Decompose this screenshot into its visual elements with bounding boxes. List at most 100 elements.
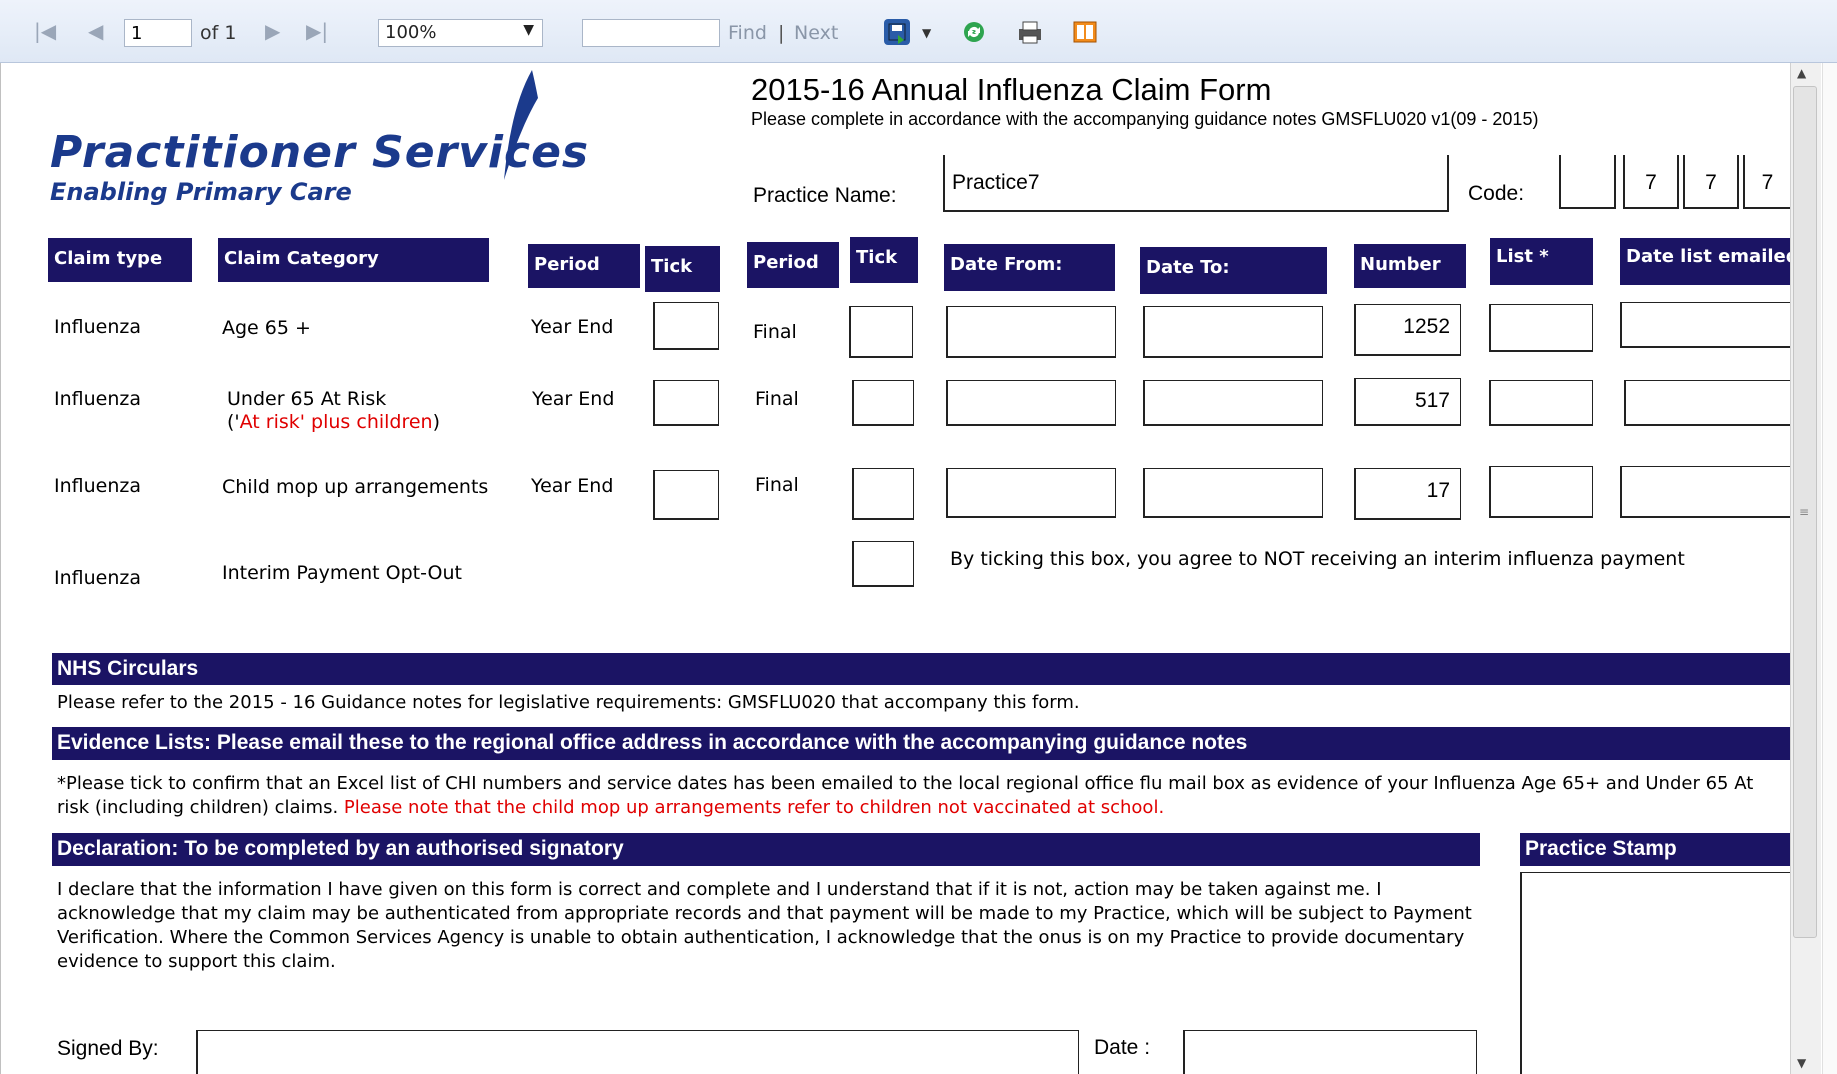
number-value: 1252 [1403, 315, 1450, 338]
period-cell: Final [755, 474, 799, 496]
quill-icon [504, 70, 538, 180]
header-number: Number [1354, 244, 1466, 288]
tick-checkbox[interactable] [653, 470, 719, 520]
header-claim-type: Claim type [48, 238, 192, 282]
note-red: At risk' plus children [239, 411, 433, 433]
list-checkbox[interactable] [1489, 466, 1593, 518]
claim-category-cell: Child mop up arrangements [222, 476, 489, 498]
note-open: (' [227, 411, 240, 433]
date-from-field[interactable] [946, 468, 1116, 518]
number-field[interactable]: 517 [1354, 378, 1461, 426]
tick-checkbox[interactable] [849, 306, 913, 358]
practice-stamp-area[interactable] [1520, 872, 1790, 1074]
header-tick: Tick [645, 246, 720, 292]
code-digit-field[interactable]: 7 [1623, 155, 1679, 209]
date-to-field[interactable] [1143, 306, 1323, 358]
code-digit: 7 [1705, 171, 1717, 194]
document-map-icon[interactable] [1072, 19, 1098, 45]
practice-name-field[interactable]: Practice7 [943, 155, 1449, 212]
header-date-list-emailed: Date list emailed [1620, 238, 1790, 285]
evidence-note: Please note that the child mop up arrang… [343, 797, 1165, 818]
zoom-value: 100% [385, 22, 437, 43]
practice-name-value: Practice7 [952, 171, 1040, 194]
header-tick: Tick [850, 237, 918, 283]
tick-checkbox[interactable] [852, 468, 914, 520]
number-field[interactable]: 1252 [1354, 304, 1461, 356]
period-cell: Final [753, 321, 797, 343]
number-field[interactable]: 17 [1354, 468, 1461, 520]
page-number-input[interactable] [124, 19, 192, 47]
date-from-field[interactable] [946, 380, 1116, 426]
header-period: Period [528, 244, 640, 288]
tick-checkbox[interactable] [852, 380, 914, 426]
period-cell: Year End [531, 316, 614, 338]
export-dropdown-icon[interactable]: ▼ [922, 26, 931, 40]
scroll-down-icon[interactable]: ▼ [1797, 1056, 1806, 1070]
page-count-label: of 1 [200, 22, 237, 44]
previous-page-icon[interactable]: ◀ [88, 19, 103, 43]
tick-checkbox[interactable] [653, 302, 719, 350]
code-digit-field[interactable]: 7 [1743, 155, 1790, 209]
number-value: 17 [1426, 479, 1450, 502]
header-date-to: Date To: [1140, 247, 1327, 294]
refresh-icon[interactable] [961, 19, 987, 45]
list-checkbox[interactable] [1489, 304, 1593, 352]
claim-type-cell: Influenza [54, 475, 142, 497]
claim-type-cell: Influenza [54, 567, 142, 589]
scroll-up-icon[interactable]: ▲ [1797, 66, 1806, 80]
date-list-emailed-field[interactable] [1624, 380, 1790, 426]
header-period: Period [747, 242, 839, 288]
number-value: 517 [1414, 389, 1450, 412]
claim-category-note: ('At risk' plus children) [227, 411, 440, 433]
period-cell: Year End [531, 475, 614, 497]
splitter-bar[interactable] [1822, 63, 1837, 1074]
date-to-field[interactable] [1143, 468, 1323, 518]
signed-by-field[interactable] [196, 1030, 1079, 1074]
evidence-lists-text: *Please tick to confirm that an Excel li… [57, 772, 1790, 822]
form-title: 2015-16 Annual Influenza Claim Form [751, 72, 1272, 107]
date-to-field[interactable] [1143, 380, 1323, 426]
tick-checkbox[interactable] [653, 380, 719, 426]
header-date-from: Date From: [944, 244, 1115, 291]
practice-stamp-heading: Practice Stamp [1520, 833, 1790, 866]
nhs-circulars-heading: NHS Circulars [52, 653, 1790, 685]
scroll-grip-icon: ≡ [1799, 505, 1810, 519]
code-digit-field[interactable]: 7 [1683, 155, 1739, 209]
code-digit: 7 [1645, 171, 1657, 194]
period-cell: Final [755, 388, 799, 410]
code-digit: 7 [1761, 171, 1774, 194]
opt-out-checkbox[interactable] [852, 541, 914, 587]
signed-date-field[interactable] [1183, 1030, 1477, 1074]
find-next-link[interactable]: Next [794, 22, 838, 44]
zoom-select[interactable]: 100% ▼ [378, 19, 543, 47]
opt-out-text: By ticking this box, you agree to NOT re… [950, 548, 1685, 570]
code-label: Code: [1468, 182, 1525, 205]
find-link[interactable]: Find [728, 22, 767, 44]
report-toolbar: |◀ ◀ of 1 ▶ ▶| 100% ▼ Find | Next ▼ [0, 0, 1837, 63]
period-cell: Year End [532, 388, 615, 410]
find-separator: | [778, 22, 785, 44]
export-save-icon[interactable] [884, 19, 910, 45]
print-icon[interactable] [1016, 19, 1042, 45]
date-list-emailed-field[interactable] [1620, 302, 1790, 348]
claim-type-cell: Influenza [54, 316, 142, 338]
claim-category-cell: Age 65 + [222, 317, 311, 339]
date-from-field[interactable] [946, 306, 1116, 358]
form-subtitle: Please complete in accordance with the a… [751, 109, 1539, 129]
claim-type-cell: Influenza [54, 388, 142, 410]
first-page-icon[interactable]: |◀ [34, 19, 56, 43]
find-text-input[interactable] [582, 19, 720, 47]
header-list: List * [1490, 238, 1593, 285]
nhs-circulars-text: Please refer to the 2015 - 16 Guidance n… [57, 692, 1080, 713]
note-close: ) [432, 411, 441, 433]
practice-name-label: Practice Name: [753, 184, 897, 207]
claim-category-cell: Under 65 At Risk [227, 388, 387, 410]
code-digit-field[interactable] [1559, 155, 1616, 209]
date-list-emailed-field[interactable] [1620, 466, 1790, 518]
last-page-icon[interactable]: ▶| [306, 19, 328, 43]
list-checkbox[interactable] [1489, 380, 1593, 426]
evidence-lists-heading: Evidence Lists: Please email these to th… [52, 727, 1790, 760]
claim-category-cell: Interim Payment Opt-Out [222, 562, 462, 584]
next-page-icon[interactable]: ▶ [265, 19, 280, 43]
signed-by-label: Signed By: [57, 1037, 159, 1060]
